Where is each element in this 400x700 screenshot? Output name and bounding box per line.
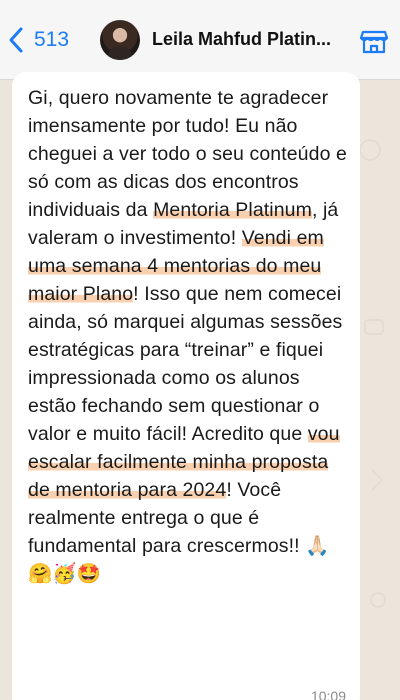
message-time: 10:09 — [310, 688, 346, 700]
avatar[interactable] — [100, 20, 140, 60]
back-button[interactable]: 513 — [8, 22, 69, 58]
message-bubble[interactable]: Gi, quero novamente te agradecer imensam… — [12, 72, 360, 700]
unread-count: 513 — [34, 28, 70, 51]
highlighted-text: Mentoria Platinum — [153, 199, 312, 221]
contact-name[interactable]: Leila Mahfud Platin... — [152, 29, 344, 50]
business-store-icon[interactable] — [358, 24, 390, 56]
chevron-left-icon — [9, 27, 23, 53]
chat-header: 513 Leila Mahfud Platin... — [0, 0, 400, 80]
message-segment: ! Isso que nem comecei ainda, só marquei… — [28, 283, 343, 445]
message-text: Gi, quero novamente te agradecer imensam… — [28, 84, 350, 588]
